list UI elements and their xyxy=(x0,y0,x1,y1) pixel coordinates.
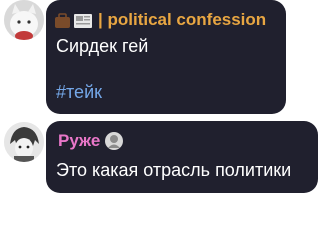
sender-avatar-anime[interactable] xyxy=(4,122,44,162)
briefcase-newspaper-icon xyxy=(54,10,94,30)
hashtag-link[interactable]: #тейк xyxy=(56,82,102,103)
sender-avatar-white-cat[interactable] xyxy=(4,0,44,40)
message-bubble[interactable]: Руже Это какая отрасль политики xyxy=(46,121,318,193)
message-text: Сирдек гей xyxy=(56,36,149,56)
anime-character-avatar-image xyxy=(4,122,44,162)
portrait-sticker-icon xyxy=(104,131,124,151)
message-text: Это какая отрасль политики xyxy=(56,160,292,180)
sender-name[interactable]: | political confession xyxy=(98,10,266,30)
white-cat-avatar-image xyxy=(4,0,44,40)
message-header: Руже xyxy=(58,131,124,151)
message-bubble[interactable]: | political confession Сирдек гей #тейк xyxy=(46,0,286,114)
message-header: | political confession xyxy=(54,10,266,30)
sender-name[interactable]: Руже xyxy=(58,131,100,151)
